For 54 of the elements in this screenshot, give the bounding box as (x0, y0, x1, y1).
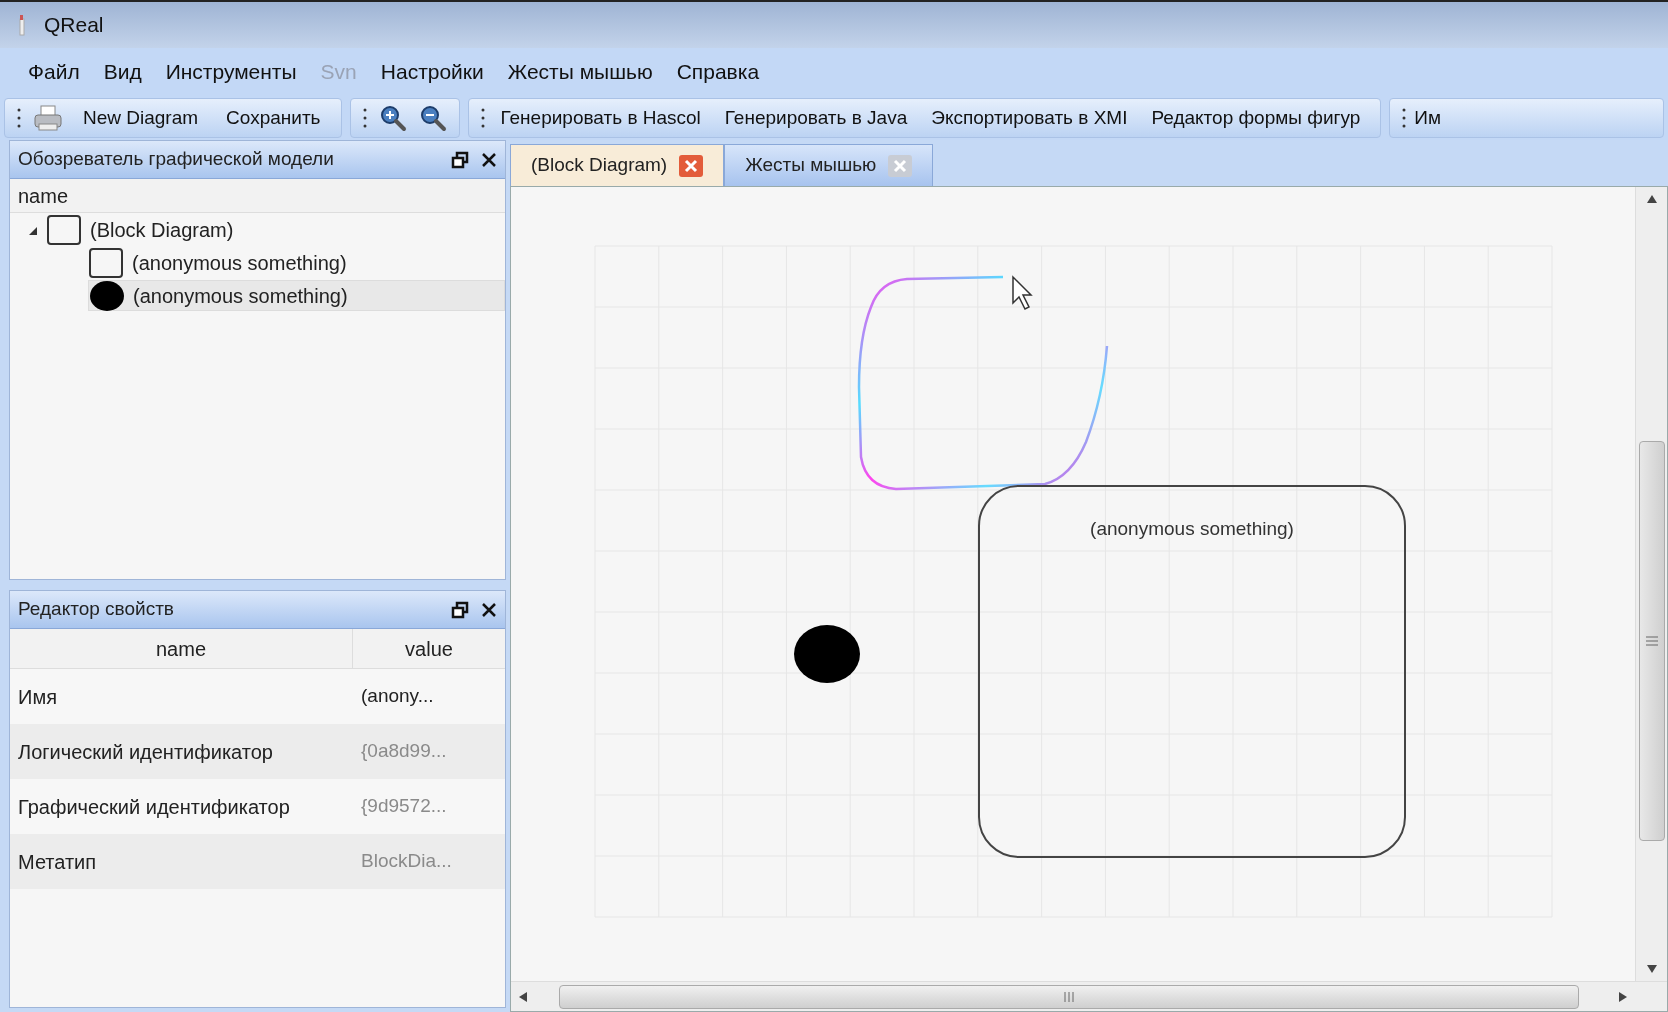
close-icon[interactable] (481, 151, 497, 168)
tree-item[interactable]: (anonymous something) (88, 247, 505, 278)
toolbar-button[interactable]: Генерировать в Hascol (492, 103, 709, 133)
toolbar-button[interactable]: New Diagram (75, 103, 207, 133)
toolbar-grip-icon (1402, 107, 1407, 129)
square-icon (88, 246, 124, 279)
zoom-out-icon[interactable] (418, 104, 447, 132)
toolbar-button[interactable]: Экспортировать в XMI (923, 103, 1136, 133)
scroll-thumb[interactable] (1638, 441, 1665, 841)
column-header: value (404, 636, 454, 662)
close-icon[interactable] (481, 601, 497, 618)
window-title: QReal (44, 12, 104, 39)
toolbar-button[interactable]: Редактор формы фигур (1143, 103, 1369, 133)
column-header: name (10, 629, 353, 668)
float-icon[interactable] (451, 600, 469, 619)
cursor-icon (1012, 275, 1033, 310)
vertical-scrollbar[interactable] (1635, 187, 1667, 981)
toolbar-grip-icon (480, 107, 485, 129)
property-value[interactable]: (anony... (353, 682, 505, 711)
property-name: Имя (17, 684, 58, 710)
scroll-thumb[interactable] (559, 984, 1579, 1009)
column-header: name (10, 179, 505, 213)
property-name: Графический идентификатор (17, 794, 291, 820)
tab[interactable]: (Block Diagram) (510, 144, 725, 186)
panel-title: Обозреватель графической модели (18, 147, 335, 172)
rounded-rect-node[interactable] (978, 485, 1406, 858)
toolbar-button[interactable]: Сохранить (218, 103, 329, 133)
menu-item[interactable]: Вид (91, 56, 154, 88)
toolbar-button[interactable]: Генерировать в Java (716, 103, 916, 133)
square-icon (46, 213, 82, 246)
tab[interactable]: Жесты мышью (724, 144, 934, 186)
property-name: Метатип (17, 849, 98, 875)
menu-item[interactable]: Справка (664, 56, 772, 88)
scroll-right-icon[interactable] (1619, 991, 1627, 1002)
node-label: (anonymous something) (1089, 517, 1295, 541)
zoom-in-icon[interactable] (378, 104, 407, 132)
tree-item[interactable]: (Block Diagram) (46, 214, 505, 245)
panel-title: Редактор свойств (18, 597, 175, 622)
circle-icon (89, 279, 125, 312)
toolbar-grip-icon (17, 107, 21, 129)
menu-item[interactable]: Файл (16, 56, 92, 88)
app-icon (16, 13, 28, 37)
tree-item[interactable]: (anonymous something) (88, 280, 505, 311)
float-icon[interactable] (451, 150, 469, 169)
toolbar-grip-icon (362, 107, 367, 129)
menu-item[interactable]: Настройки (368, 56, 496, 88)
scroll-left-icon[interactable] (519, 991, 527, 1002)
menu-item[interactable]: Инструменты (153, 56, 309, 88)
menu-item[interactable]: Жесты мышью (495, 56, 665, 88)
property-name: Логический идентификатор (17, 739, 274, 765)
printer-icon[interactable] (33, 104, 63, 132)
circle-node[interactable] (794, 625, 860, 683)
toolbar-button[interactable]: Им (1414, 103, 1441, 133)
horizontal-scrollbar[interactable] (511, 981, 1667, 1011)
